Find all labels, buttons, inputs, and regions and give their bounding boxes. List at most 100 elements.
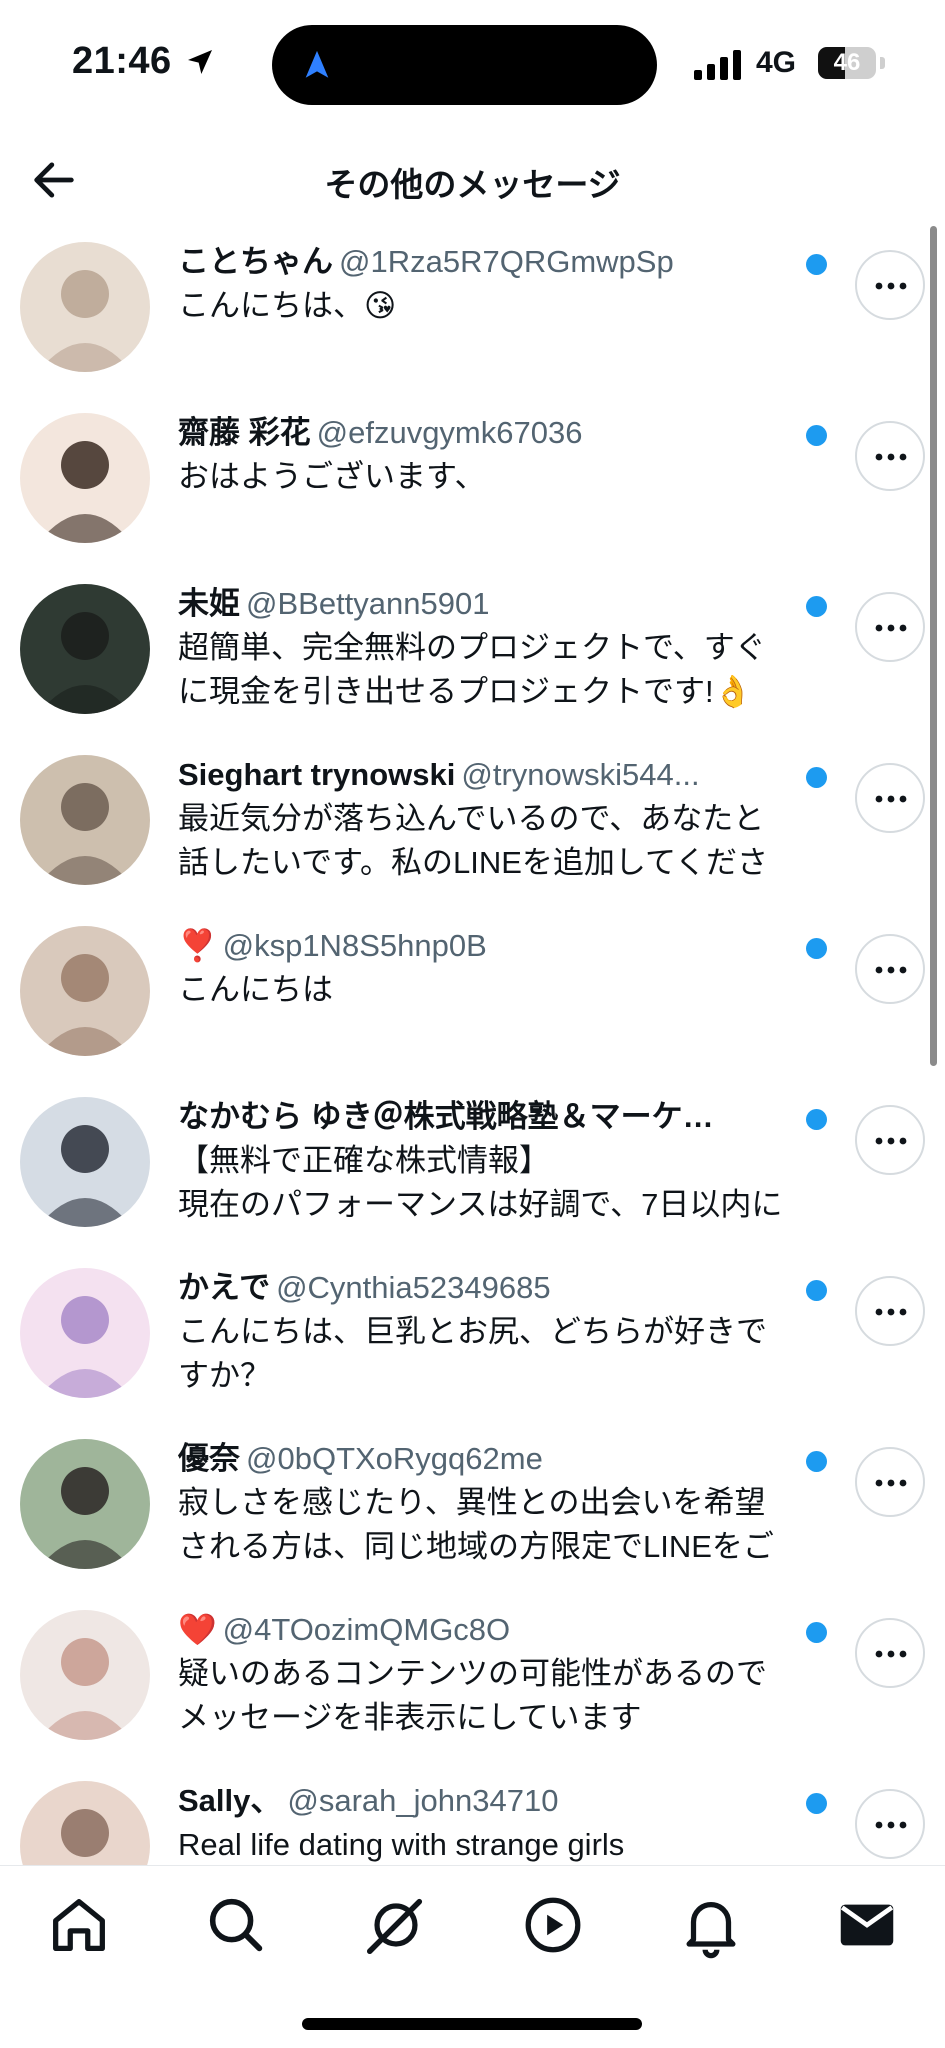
- more-icon: [875, 282, 907, 290]
- more-icon: [875, 966, 907, 974]
- dynamic-island: [272, 25, 657, 105]
- message-preview: 超簡単、完全無料のプロジェクトで、すぐ に現金を引き出せるプロジェクトです!👌: [178, 626, 828, 714]
- message-line: すか？: [178, 1358, 271, 1393]
- avatar[interactable]: [20, 926, 150, 1056]
- sender-handle: @trynowski544...: [461, 757, 700, 792]
- sender-name: Sally、: [178, 1783, 282, 1818]
- sender-handle: @BBettyann5901: [246, 586, 490, 621]
- unread-indicator: [806, 425, 827, 446]
- message-line: こんにちは: [178, 972, 333, 1007]
- avatar[interactable]: [20, 1268, 150, 1398]
- battery-level: 46: [833, 49, 861, 76]
- sender-name: ❤️: [178, 1612, 217, 1647]
- unread-indicator: [806, 254, 827, 275]
- message-preview: 最近気分が落ち込んでいるので、あなたと 話したいです。私のLINEを追加してくださ: [178, 797, 828, 885]
- sender-handle: @efzuvgymk67036: [316, 415, 583, 450]
- message-row[interactable]: なかむら ゆき＠株式戦略塾＆マーケ… 【無料で正確な株式情報】現在のパフォーマン…: [0, 1085, 945, 1256]
- tab-search[interactable]: [201, 1890, 271, 1960]
- sender-handle: @4TOozimQMGc8O: [222, 1612, 511, 1647]
- message-row[interactable]: かえで @Cynthia52349685 こんにちは、巨乳とお尻、どちらが好きです…: [0, 1256, 945, 1427]
- message-line: に現金を引き出せるプロジェクトです!👌: [178, 674, 753, 709]
- sender-name: 齋藤 彩花: [178, 415, 311, 450]
- sender-name: ことちゃん: [178, 244, 333, 279]
- avatar[interactable]: [20, 584, 150, 714]
- more-icon: [875, 1479, 907, 1487]
- more-options-button[interactable]: [855, 421, 925, 491]
- tab-messages[interactable]: [832, 1890, 902, 1960]
- message-request-list[interactable]: ことちゃん@1Rza5R7QRGmwpSp こんにちは、😘 齋藤 彩花@ef: [0, 230, 945, 1865]
- message-line: こんにちは、😘: [178, 288, 397, 323]
- more-icon: [875, 1308, 907, 1316]
- sender-name: ❣️: [178, 928, 217, 963]
- more-icon: [875, 1821, 907, 1829]
- message-line: Real life dating with strange girls: [178, 1827, 625, 1862]
- avatar[interactable]: [20, 1610, 150, 1740]
- tab-home[interactable]: [44, 1890, 114, 1960]
- message-line: 【無料で正確な株式情報】: [178, 1143, 550, 1178]
- tab-grok[interactable]: [361, 1890, 431, 1960]
- avatar[interactable]: [20, 1097, 150, 1227]
- home-icon: [53, 1899, 105, 1951]
- header: その他のメッセージ: [0, 130, 945, 226]
- sender-handle: @sarah_john34710: [287, 1783, 559, 1818]
- message-row[interactable]: ❤️ @4TOozimQMGc8O 疑いのあるコンテンツの可能性があるので メッセー…: [0, 1598, 945, 1769]
- avatar[interactable]: [20, 1781, 150, 1865]
- avatar[interactable]: [20, 242, 150, 372]
- tab-notifications[interactable]: [676, 1890, 746, 1960]
- sender-handle: @1Rza5R7QRGmwpSp: [339, 244, 674, 279]
- more-options-button[interactable]: [855, 934, 925, 1004]
- message-row[interactable]: ❣️ @ksp1N8S5hnp0B こんにちは: [0, 914, 945, 1085]
- more-icon: [875, 453, 907, 461]
- message-row[interactable]: ことちゃん @1Rza5R7QRGmwpSp こんにちは、😘: [0, 230, 945, 401]
- message-preview: こんにちは、😘: [178, 284, 828, 328]
- more-icon: [875, 1650, 907, 1658]
- unread-indicator: [806, 596, 827, 617]
- avatar[interactable]: [20, 413, 150, 543]
- more-options-button[interactable]: [855, 1789, 925, 1859]
- message-line: 現在のパフォーマンスは好調で、7日以内に: [178, 1187, 783, 1222]
- message-row[interactable]: 優奈 @0bQTXoRygq62me 寂しさを感じたり、異性との出会いを希望 される…: [0, 1427, 945, 1598]
- sender-name: なかむら ゆき＠株式戦略塾＆マーケ…: [178, 1099, 714, 1134]
- message-row[interactable]: Sieghart trynowski @trynowski544... 最近気分が…: [0, 743, 945, 914]
- search-icon: [209, 1898, 263, 1952]
- more-options-button[interactable]: [855, 1105, 925, 1175]
- more-icon: [875, 795, 907, 803]
- bell-icon: [686, 1901, 736, 1959]
- avatar[interactable]: [20, 755, 150, 885]
- sender-name: Sieghart trynowski: [178, 757, 456, 792]
- message-row[interactable]: 未姫 @BBettyann5901 超簡単、完全無料のプロジェクトで、すぐ に現金を…: [0, 572, 945, 743]
- message-line: メッセージを非表示にしています: [178, 1700, 642, 1735]
- message-preview: 【無料で正確な株式情報】現在のパフォーマンスは好調で、7日以内に: [178, 1139, 828, 1227]
- message-row[interactable]: 齋藤 彩花 @efzuvgymk67036 おはようございます、: [0, 401, 945, 572]
- more-icon: [875, 1137, 907, 1145]
- message-preview: 寂しさを感じたり、異性との出会いを希望 される方は、同じ地域の方限定でLINEをご: [178, 1481, 828, 1569]
- message-preview: こんにちは: [178, 968, 828, 1012]
- navigation-icon: [305, 50, 329, 78]
- message-line: 話したいです。私のLINEを追加してくださ: [178, 845, 769, 880]
- location-arrow-icon: [188, 50, 212, 74]
- message-line: 超簡単、完全無料のプロジェクトで、すぐ: [178, 630, 766, 665]
- more-options-button[interactable]: [855, 1447, 925, 1517]
- message-row[interactable]: Sally、 @sarah_john34710 Real life dating …: [0, 1769, 945, 1865]
- status-time: 21:46: [72, 40, 172, 82]
- unread-indicator: [806, 1622, 827, 1643]
- more-options-button[interactable]: [855, 592, 925, 662]
- status-bar: 21:46 4G 46: [0, 0, 945, 130]
- sender-handle: @Cynthia52349685: [276, 1270, 551, 1305]
- message-preview: 疑いのあるコンテンツの可能性があるので メッセージを非表示にしています: [178, 1652, 828, 1740]
- unread-indicator: [806, 938, 827, 959]
- more-options-button[interactable]: [855, 1276, 925, 1346]
- message-preview: Real life dating with strange girls: [178, 1823, 828, 1865]
- avatar[interactable]: [20, 1439, 150, 1569]
- unread-indicator: [806, 1793, 827, 1814]
- sender-handle: @ksp1N8S5hnp0B: [222, 928, 487, 963]
- battery-icon: 46: [818, 47, 876, 79]
- more-options-button[interactable]: [855, 1618, 925, 1688]
- scrollbar[interactable]: [930, 226, 937, 1066]
- battery-tip: [880, 57, 885, 69]
- home-indicator: [302, 2018, 642, 2030]
- more-options-button[interactable]: [855, 763, 925, 833]
- sender-handle: @0bQTXoRygq62me: [246, 1441, 543, 1476]
- more-options-button[interactable]: [855, 250, 925, 320]
- tab-video[interactable]: [518, 1890, 588, 1960]
